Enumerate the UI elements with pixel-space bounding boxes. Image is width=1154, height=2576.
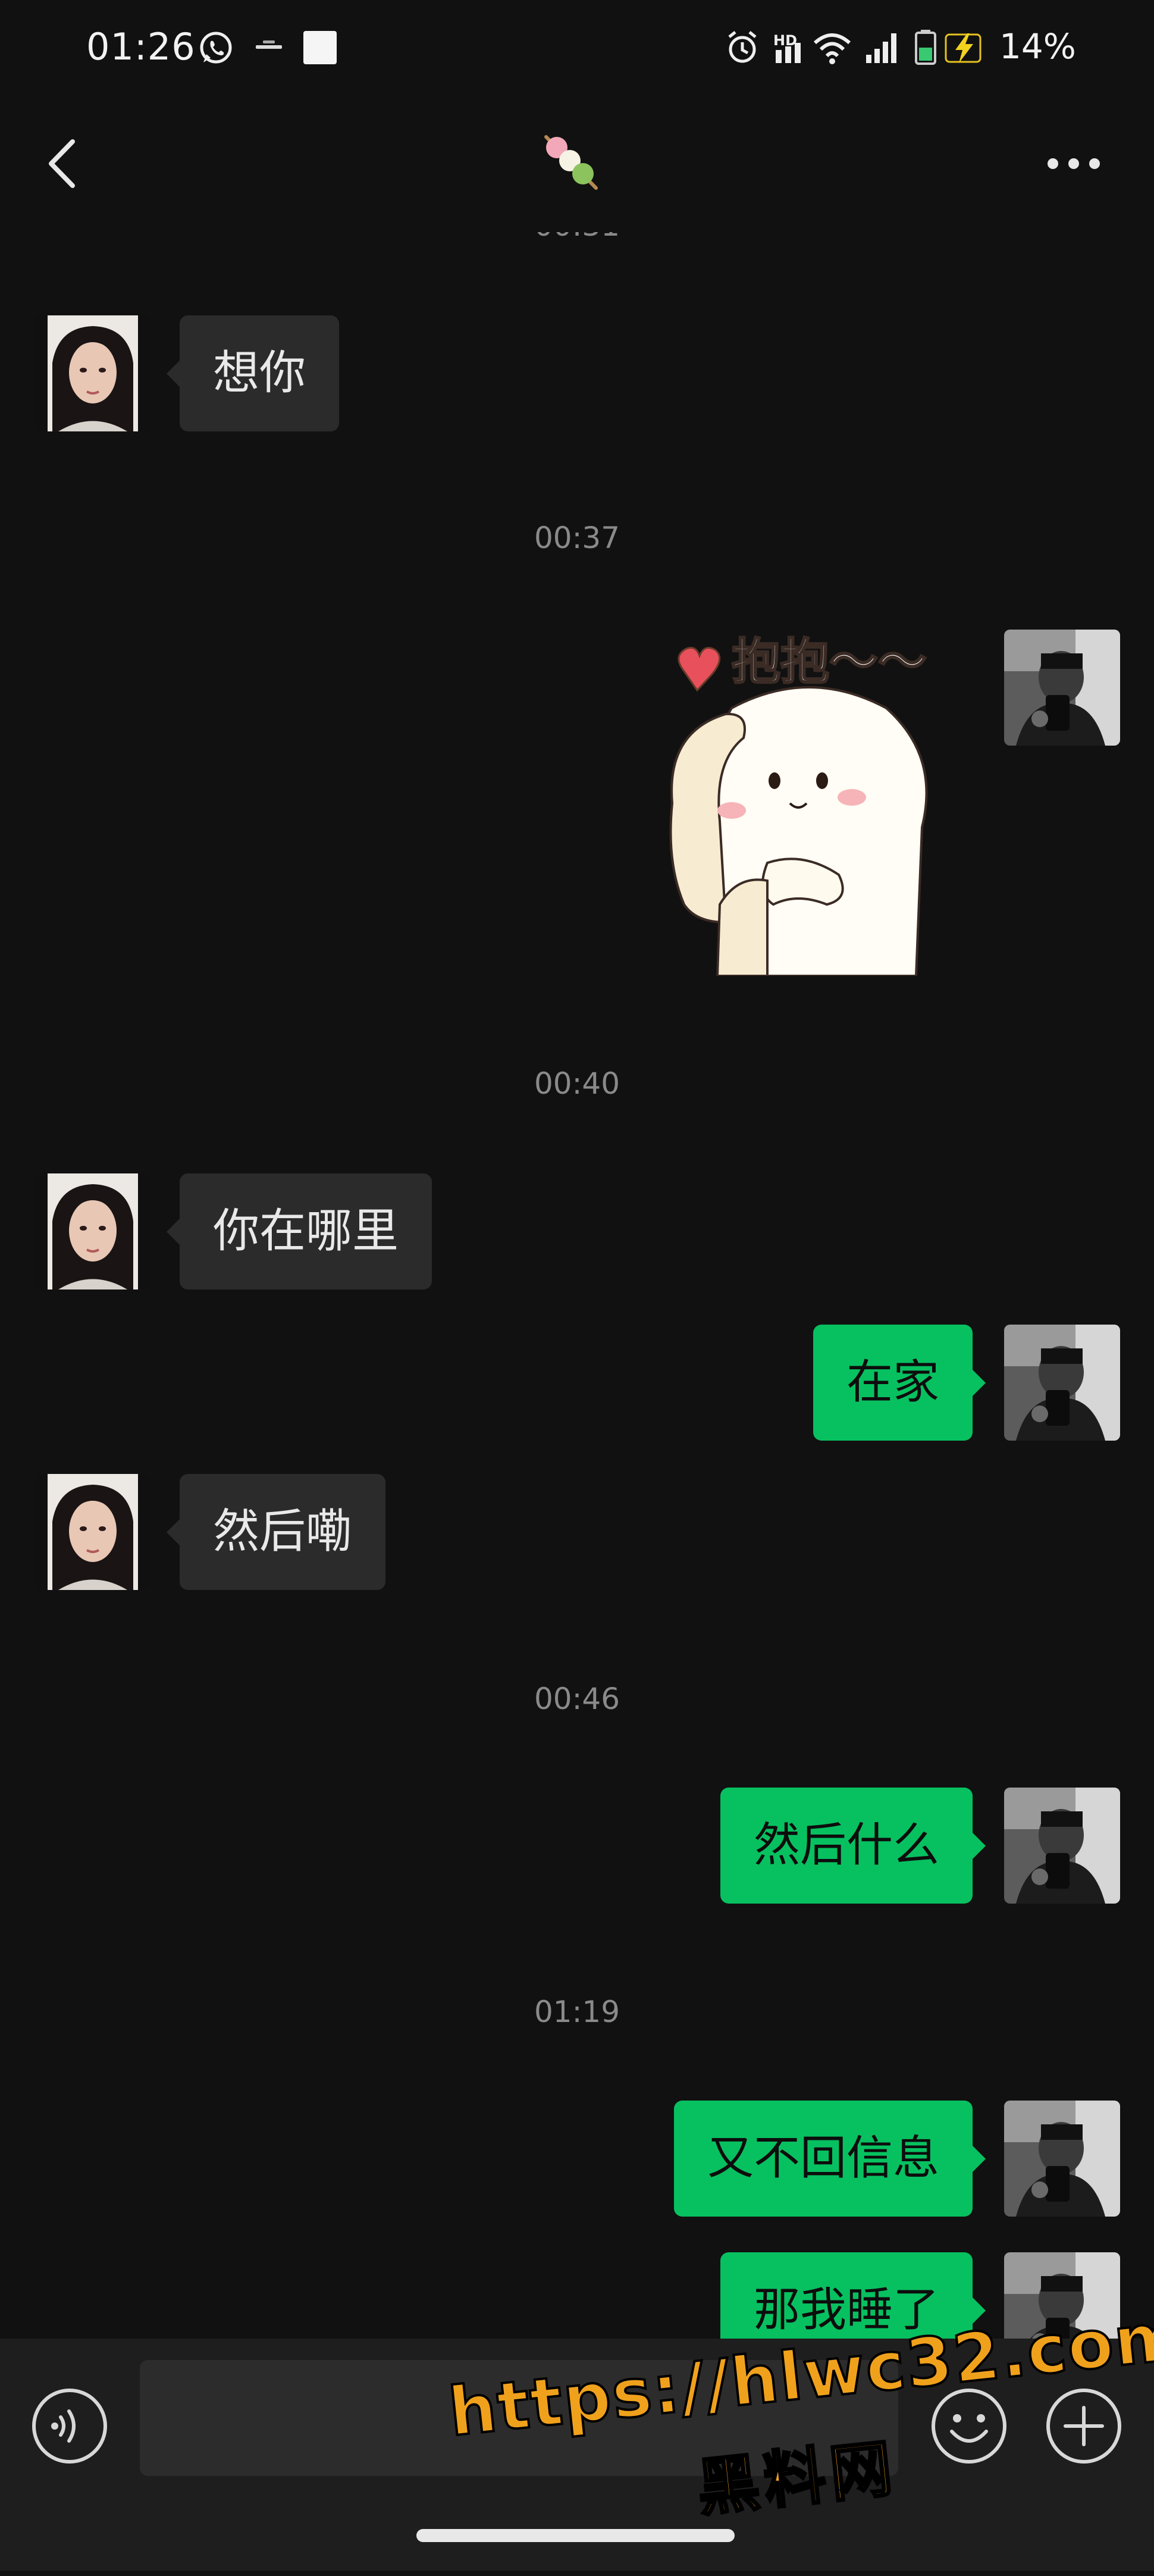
- message-bubble-sent[interactable]: 然后什么: [720, 1788, 986, 1904]
- user-avatar[interactable]: [1004, 1325, 1120, 1441]
- voice-button[interactable]: [30, 2386, 110, 2467]
- timestamp: 00:40: [534, 1066, 620, 1101]
- alarm-icon: [728, 31, 757, 63]
- hug-sticker[interactable]: 抱抱～～: [660, 625, 981, 976]
- timestamp: 00:37: [534, 521, 620, 555]
- message-bubble-received[interactable]: 然后嘞: [166, 1474, 386, 1590]
- sticker-caption: 抱抱～～: [732, 634, 927, 690]
- message-list[interactable]: 00:31 想你 00:37 抱抱～～: [0, 232, 1154, 2339]
- more-options-button[interactable]: [1035, 131, 1112, 196]
- chat-title-skewer-emoji-icon: [544, 135, 598, 190]
- battery-percentage: 14%: [999, 26, 1076, 67]
- status-time: 01:26: [86, 25, 196, 68]
- message-bubble-sent[interactable]: 又不回信息: [673, 2101, 986, 2217]
- whatsapp-icon: [200, 32, 232, 64]
- user-avatar[interactable]: [1004, 630, 1120, 746]
- timestamp: 00:31: [0, 232, 1154, 243]
- status-bar: 01:26 HD 14%: [0, 0, 1154, 95]
- timestamp: 00:46: [534, 1682, 620, 1716]
- back-button[interactable]: [36, 131, 89, 196]
- more-functions-plus-button[interactable]: [1044, 2386, 1124, 2467]
- notification-icon: [256, 40, 282, 49]
- message-bubble-sent[interactable]: 在家: [813, 1325, 986, 1441]
- contact-avatar[interactable]: [35, 1474, 150, 1590]
- user-avatar[interactable]: [1004, 2101, 1120, 2217]
- square-icon: [303, 31, 337, 64]
- wifi-icon: [813, 33, 851, 64]
- message-bubble-sent[interactable]: 那我睡了: [720, 2252, 986, 2339]
- emoji-button[interactable]: [929, 2386, 1009, 2467]
- user-avatar[interactable]: [1004, 1788, 1120, 1904]
- timestamp: 01:19: [534, 1995, 620, 2029]
- message-input[interactable]: [140, 2360, 898, 2476]
- charging-icon: [945, 33, 981, 63]
- message-bubble-received[interactable]: 想你: [166, 315, 340, 431]
- user-avatar[interactable]: [1004, 2252, 1120, 2339]
- hd-icon: HD: [773, 32, 801, 63]
- signal-icon: [866, 33, 896, 63]
- message-bubble-received[interactable]: 你在哪里: [166, 1173, 432, 1289]
- home-indicator[interactable]: [416, 2529, 735, 2542]
- contact-avatar[interactable]: [35, 315, 150, 431]
- chat-header: [0, 95, 1154, 232]
- svg-text:HD: HD: [773, 32, 797, 49]
- battery-icon: [915, 30, 936, 65]
- contact-avatar[interactable]: [35, 1173, 150, 1289]
